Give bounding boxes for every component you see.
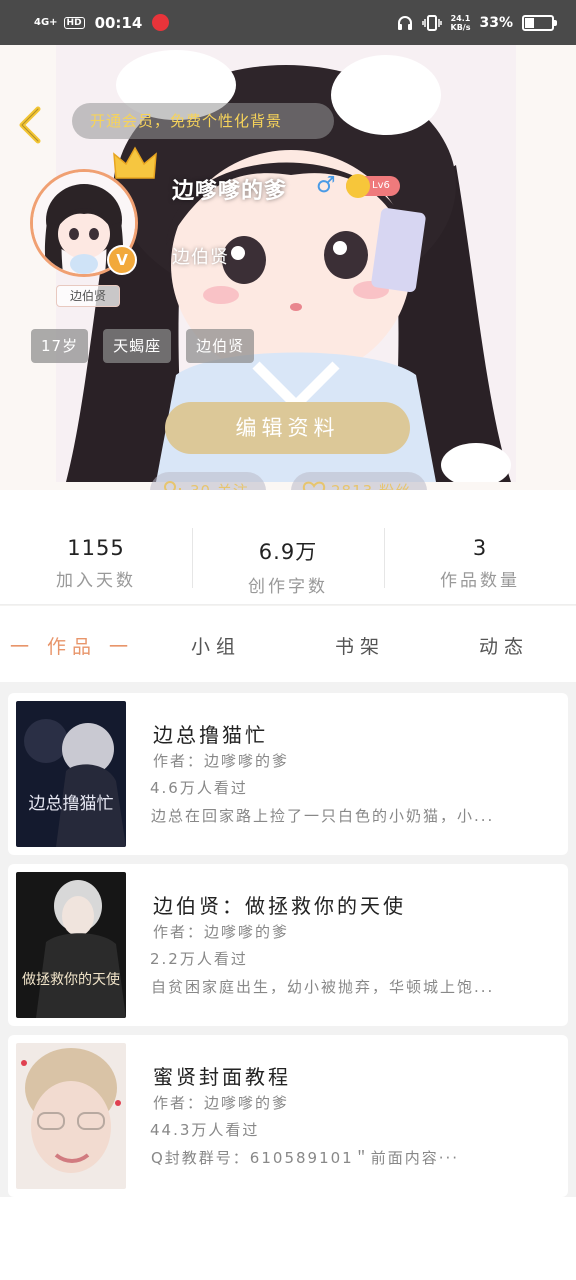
profile-tags: 17岁 天蝎座 边伯贤 (31, 329, 255, 363)
headphone-icon (397, 15, 412, 30)
stat-word-count: 6.9万 创作字数 (192, 490, 384, 604)
crown-icon (113, 146, 157, 179)
work-title: 边总撸猫忙 (153, 723, 268, 747)
network-indicator: 4G+ (34, 16, 58, 28)
list-item[interactable]: 边总撸猫忙 边总撸猫忙 作者：边嗲嗲的爹 4.6万人看过 边总在回家路上捡了一只… (8, 693, 568, 855)
vip-banner[interactable]: 开通会员，免费个性化背景 (72, 103, 334, 139)
battery-icon (522, 14, 557, 31)
tag-age: 17岁 (31, 329, 89, 363)
stat-join-days: 1155 加入天数 (56, 536, 136, 591)
work-title: 蜜贤封面教程 (153, 1065, 291, 1089)
book-cover: 边总撸猫忙 (16, 701, 126, 847)
work-author: 作者：边嗲嗲的爹 (153, 923, 290, 941)
edit-profile-button[interactable]: 编辑资料 (165, 402, 410, 454)
vibrate-icon (421, 14, 442, 31)
person-add-icon (164, 481, 181, 490)
level-badge: Lv6 (346, 174, 400, 198)
level-crown-icon (346, 174, 370, 198)
status-bar: 4G+ HD 00:14 24.1 KB/s 33% (0, 0, 576, 45)
profile-tabs: 一 作品 一 小组 书架 动态 (0, 606, 576, 682)
profile-header: 开通会员，免费个性化背景 V 边伯贤 边嗲嗲的爹 ♂ Lv6 边伯贤 17岁 天… (0, 45, 576, 490)
notification-app-icon (152, 14, 170, 31)
book-cover (16, 1043, 126, 1189)
work-title: 边伯贤：做拯救你的天使 (153, 894, 406, 918)
list-item[interactable]: 蜜贤封面教程 作者：边嗲嗲的爹 44.3万人看过 Q封教群号：610589101… (8, 1035, 568, 1197)
network-speed: 24.1 KB/s (450, 13, 471, 32)
tab-works[interactable]: 一 作品 一 (0, 606, 144, 682)
work-description: 边总在回家路上捡了一只白色的小奶猫，小... (151, 807, 495, 825)
verified-badge: V (107, 245, 137, 275)
work-author: 作者：边嗲嗲的爹 (153, 752, 290, 770)
nickname: 边伯贤 (172, 247, 229, 268)
work-description: Q封教群号：610589101＂前面内容··· (151, 1149, 460, 1167)
battery-percent: 33% (479, 14, 513, 31)
svg-text:做拯救你的天使: 做拯救你的天使 (22, 971, 120, 988)
followers-button[interactable]: 2813 粉丝 (291, 472, 427, 490)
profile-page: 4G+ HD 00:14 24.1 KB/s 33% 开通会员，免费个性化背景 … (0, 0, 576, 1280)
works-list: 边总撸猫忙 边总撸猫忙 作者：边嗲嗲的爹 4.6万人看过 边总在回家路上捡了一只… (0, 682, 576, 1197)
work-author: 作者：边嗲嗲的爹 (153, 1094, 290, 1112)
avatar-nameplate: 边伯贤 (56, 285, 120, 307)
back-arrow-icon[interactable] (14, 105, 46, 145)
svg-text:边总撸猫忙: 边总撸猫忙 (29, 794, 114, 814)
work-views: 44.3万人看过 (150, 1121, 260, 1139)
bottom-blank-area (0, 1197, 576, 1280)
tab-bookshelf[interactable]: 书架 (288, 606, 432, 682)
tag-idol: 边伯贤 (186, 329, 255, 363)
heart-icon (302, 481, 326, 490)
gender-male-icon: ♂ (316, 173, 336, 198)
work-views: 2.2万人看过 (150, 950, 248, 968)
tag-zodiac: 天蝎座 (103, 329, 172, 363)
tab-groups[interactable]: 小组 (144, 606, 288, 682)
hd-icon: HD (63, 16, 85, 29)
tab-activity[interactable]: 动态 (432, 606, 576, 682)
book-cover: 做拯救你的天使 (16, 872, 126, 1018)
clock: 00:14 (94, 13, 143, 32)
work-views: 4.6万人看过 (150, 779, 248, 797)
stats-bar: 1155 加入天数 6.9万 创作字数 3 作品数量 (0, 490, 576, 605)
username: 边嗲嗲的爹 (172, 179, 288, 204)
work-description: 自贫困家庭出生，幼小被抛弃，华顿城上饱... (151, 978, 495, 996)
following-button[interactable]: 30 关注 (150, 472, 266, 490)
stat-work-count: 3 作品数量 (384, 490, 576, 604)
list-item[interactable]: 做拯救你的天使 边伯贤：做拯救你的天使 作者：边嗲嗲的爹 2.2万人看过 自贫困… (8, 864, 568, 1026)
